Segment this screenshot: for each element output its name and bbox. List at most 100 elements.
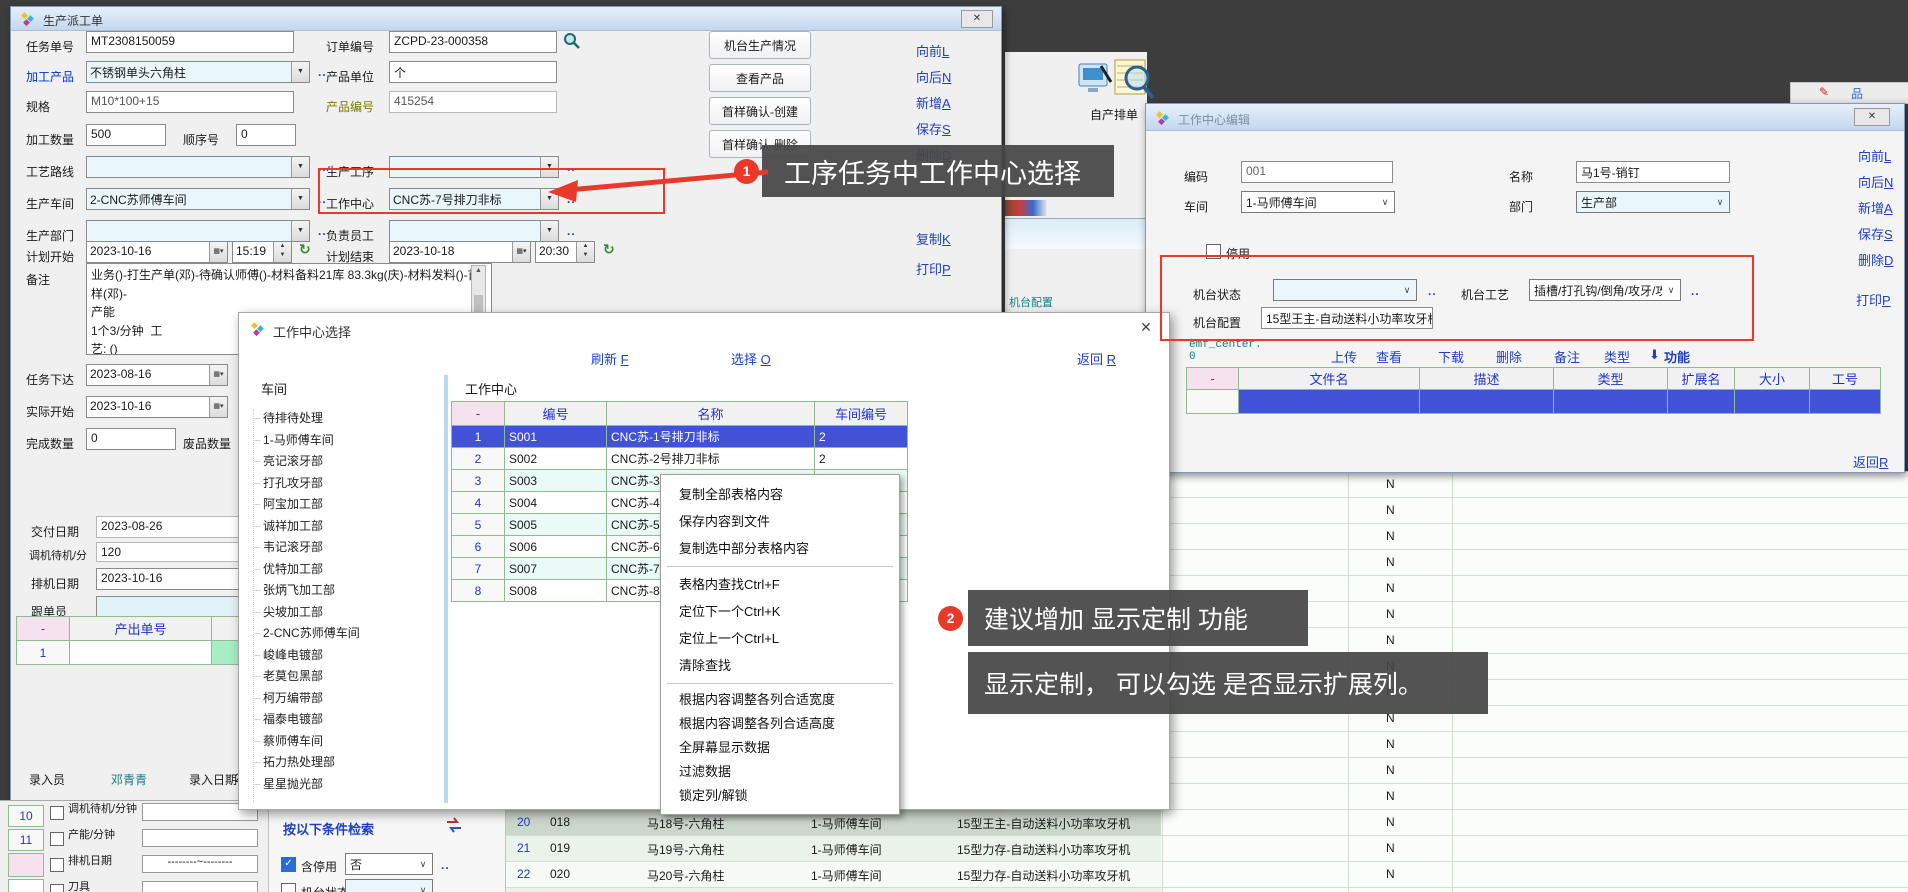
workshop-combo[interactable]: 2-CNC苏师傅车间▼ — [86, 188, 310, 210]
filter-checkbox[interactable] — [50, 884, 64, 892]
include-disabled-checkbox[interactable]: ✓ — [281, 857, 296, 872]
cell-code[interactable]: S004 — [505, 492, 607, 514]
back-link[interactable]: 返回 R — [1077, 349, 1116, 368]
dept-combo[interactable]: 生产部∨ — [1576, 191, 1730, 213]
tree-item-workshop[interactable]: 1-马师傅车间 — [254, 431, 334, 448]
tree-item-workshop[interactable]: 亮记滚牙部 — [254, 452, 323, 469]
nav-back-link[interactable]: 返回R — [1853, 452, 1888, 471]
filter-input[interactable] — [142, 829, 258, 847]
context-menu-item[interactable]: 定位上一个Ctrl+L — [661, 625, 899, 652]
filter-input[interactable]: --------~-------- — [142, 855, 258, 873]
file-table[interactable]: - 文件名 描述 类型 扩展名 大小 工号 — [1186, 367, 1881, 414]
done-qty-input[interactable]: 0 — [86, 428, 176, 450]
self-schedule-icon[interactable] — [1111, 56, 1155, 102]
file-row-index[interactable] — [1187, 390, 1239, 414]
nav-next-link[interactable]: 向后N — [916, 67, 951, 86]
view-link[interactable]: 查看 — [1376, 347, 1402, 366]
file-cell[interactable] — [1554, 390, 1668, 414]
cell-index[interactable]: 7 — [452, 558, 505, 580]
bg-row-number[interactable]: 10 — [8, 805, 44, 827]
tree-item-workshop[interactable]: 2-CNC苏师傅车间 — [254, 624, 360, 641]
nav-delete-link[interactable]: 删除D — [1858, 250, 1893, 269]
output-cell-empty[interactable] — [70, 641, 212, 665]
nav-copy-link[interactable]: 复制K — [916, 229, 951, 248]
tree-item-workshop[interactable]: 蔡师傅车间 — [254, 732, 323, 749]
background-table-row[interactable]: 23021马21号-六角柱1-马师傅车间15型力存-自动送料小功率攻牙机 — [505, 888, 1161, 892]
plan-start-time[interactable]: 15:19▲▼ — [232, 241, 292, 263]
workshop-combo[interactable]: 1-马师傅车间∨ — [1241, 191, 1395, 213]
chevron-down-icon[interactable]: ∨ — [414, 854, 432, 874]
nav-add-link[interactable]: 新增A — [1858, 198, 1893, 217]
cell-name[interactable]: CNC苏-2号排刀非标 — [607, 448, 815, 470]
chevron-down-icon[interactable]: ▼ — [291, 157, 309, 177]
filter-checkbox[interactable] — [50, 858, 64, 872]
task-no-input[interactable]: MT2308150059 — [86, 31, 294, 53]
nav-save-link[interactable]: 保存S — [1858, 224, 1893, 243]
tree-item-workshop[interactable]: 优特加工部 — [254, 560, 323, 577]
cell-index[interactable]: 6 — [452, 536, 505, 558]
self-schedule-label[interactable]: 自产排单 — [1090, 106, 1138, 123]
nav-prev-link[interactable]: 向前L — [1858, 146, 1891, 165]
actual-start-date[interactable]: 2023-10-16▦▾ — [86, 396, 228, 418]
spinner-icon[interactable]: ▲▼ — [273, 242, 291, 262]
context-menu-item[interactable]: 定位下一个Ctrl+K — [661, 598, 899, 625]
filter-checkbox[interactable] — [50, 806, 64, 820]
context-menu-item[interactable]: 表格内查找Ctrl+F — [661, 571, 899, 598]
cell-code[interactable]: S001 — [505, 426, 607, 448]
context-menu-item[interactable]: 根据内容调整各列合适高度 — [661, 712, 899, 736]
tree-item-workshop[interactable]: 柯万编带部 — [254, 689, 323, 706]
chevron-down-icon[interactable]: ▼ — [540, 221, 558, 241]
tree-item-workshop[interactable]: 待排待处理 — [254, 409, 323, 426]
refresh-icon[interactable]: ↻ — [603, 241, 619, 259]
context-menu-item[interactable]: 复制全部表格内容 — [661, 481, 899, 508]
nav-print-link[interactable]: 打印P — [916, 259, 951, 278]
background-table-row[interactable]: 22020马20号-六角柱1-马师傅车间15型力存-自动送料小功率攻牙机 — [505, 862, 1161, 887]
edit-pencil-icon[interactable]: ✎ — [1819, 85, 1829, 99]
context-menu-item[interactable]: 全屏幕显示数据 — [661, 736, 899, 760]
filter-input[interactable] — [142, 881, 258, 892]
nav-print-link[interactable]: 打印P — [1856, 290, 1891, 309]
qty-input[interactable]: 500 — [86, 124, 166, 146]
nav-prev-link[interactable]: 向前L — [916, 41, 949, 60]
cell-code[interactable]: S008 — [505, 580, 607, 602]
note-link[interactable]: 备注 — [1554, 347, 1580, 366]
refresh-icon[interactable]: ↻ — [299, 241, 315, 259]
delete-file-link[interactable]: 删除 — [1496, 347, 1522, 366]
cell-code[interactable]: S002 — [505, 448, 607, 470]
cell-index[interactable]: 3 — [452, 470, 505, 492]
titlebar[interactable]: ◆◆◆ 工作中心编辑 ✕ — [1146, 104, 1904, 131]
cell-code[interactable]: S006 — [505, 536, 607, 558]
file-cell[interactable] — [1239, 390, 1420, 414]
calendar-icon[interactable]: ▦▾ — [209, 397, 227, 417]
spinner-icon[interactable]: ▲▼ — [576, 242, 594, 262]
cell-ws[interactable]: 2 — [815, 448, 908, 470]
context-menu-item[interactable]: 复制选中部分表格内容 — [661, 535, 899, 562]
context-menu-item[interactable]: 根据内容调整各列合适宽度 — [661, 688, 899, 712]
background-table-row[interactable]: 21019马19号-六角柱1-马师傅车间15型力存-自动送料小功率攻牙机 — [505, 836, 1161, 861]
tree-item-workshop[interactable]: 福泰电镀部 — [254, 710, 323, 727]
search-icon[interactable] — [563, 32, 581, 50]
route-combo[interactable]: ▼ — [86, 156, 310, 178]
plan-end-date[interactable]: 2023-10-18▦▾ — [389, 241, 531, 263]
calendar-icon[interactable]: ▦▾ — [209, 365, 227, 385]
plan-start-date[interactable]: 2023-10-16▦▾ — [86, 241, 228, 263]
close-button[interactable]: ✕ — [1854, 108, 1890, 126]
cell-index[interactable]: 2 — [452, 448, 505, 470]
seq-input[interactable]: 0 — [236, 124, 296, 146]
plan-end-time[interactable]: 20:30▲▼ — [535, 241, 595, 263]
tree-item-workshop[interactable]: 张炳飞加工部 — [254, 581, 335, 598]
dept-combo[interactable]: ▼ — [86, 220, 310, 242]
machine-status-checkbox[interactable] — [281, 883, 296, 892]
tree-item-workshop[interactable]: 诚祥加工部 — [254, 517, 323, 534]
tree-item-workshop[interactable]: 老莫包黑部 — [254, 667, 323, 684]
chevron-down-icon[interactable]: ∨ — [1711, 192, 1729, 212]
unit-input[interactable]: 个 — [389, 61, 557, 83]
machine-status-filter-combo[interactable]: ∨ — [345, 879, 433, 892]
context-menu-item[interactable]: 过滤数据 — [661, 760, 899, 784]
issued-date[interactable]: 2023-08-16▦▾ — [86, 364, 228, 386]
chevron-down-icon[interactable]: ▼ — [291, 189, 309, 209]
cell-index[interactable]: 1 — [452, 426, 505, 448]
refresh-link[interactable]: 刷新 F — [591, 349, 629, 368]
tree-item-workshop[interactable]: 尖坡加工部 — [254, 603, 323, 620]
cell-code[interactable]: S005 — [505, 514, 607, 536]
